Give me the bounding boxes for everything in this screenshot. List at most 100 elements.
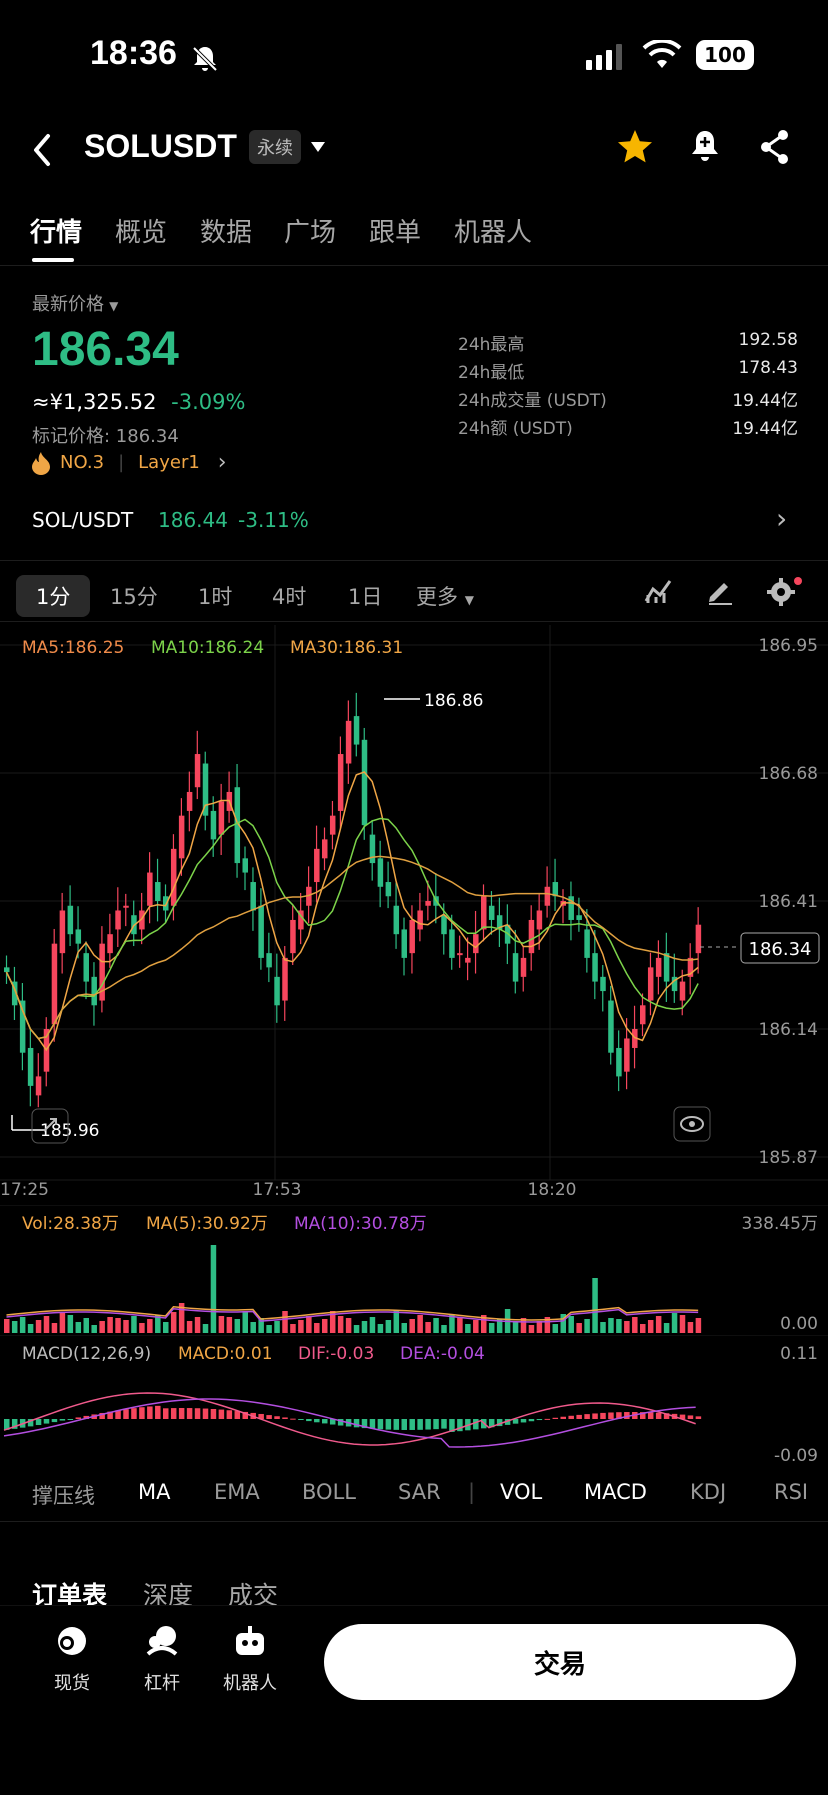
candle-body [385, 882, 392, 897]
sector-label: Layer1 [138, 452, 200, 473]
volume-chart[interactable]: Vol:28.38万 MA(5):30.92万 MA(10):30.78万 33… [0, 1205, 828, 1335]
symbol-title[interactable]: SOLUSDT [84, 128, 237, 165]
stat-turnover: 24h额 (USDT) 19.44亿 [458, 419, 798, 439]
macd-bar [147, 1406, 153, 1419]
volume-bar [393, 1310, 400, 1333]
candle-body [27, 1047, 34, 1086]
battery-icon: 100 [696, 40, 754, 70]
candle-body [695, 924, 702, 954]
stat-high: 24h最高 192.58 [458, 330, 798, 355]
volume-bar [242, 1311, 248, 1333]
interval-bar: 1分 15分 1时 4时 1日 更多 ▼ [0, 560, 828, 622]
price-tick: 186.95 [759, 636, 818, 656]
settings-gear-icon[interactable] [766, 575, 804, 607]
candle-body [624, 1038, 630, 1072]
tab-overview[interactable]: 概览 [115, 212, 167, 249]
spot-pair-row[interactable]: SOL/USDT 186.44 -3.11% › [0, 498, 828, 544]
nav-spot[interactable]: 现货 [32, 1624, 112, 1695]
volume-bar [608, 1318, 614, 1333]
volume-bar [290, 1324, 296, 1333]
indicator-ema[interactable]: EMA [214, 1480, 260, 1504]
volume-bar [512, 1322, 519, 1333]
interval-15m[interactable]: 15分 [110, 575, 158, 617]
rank-row[interactable]: NO.3 | Layer1 › [30, 450, 227, 475]
macd-bar [520, 1419, 527, 1423]
volume-bar [417, 1315, 423, 1333]
indicator-bar: 撑压线 MA EMA BOLL SAR | VOL MACD KDJ RSI [0, 1470, 828, 1522]
tab-copy-trading[interactable]: 跟单 [369, 212, 421, 249]
robot-icon [236, 1626, 264, 1655]
interval-more[interactable]: 更多 ▼ [416, 575, 474, 617]
indicator-macd[interactable]: MACD [584, 1480, 647, 1504]
interval-1h[interactable]: 1时 [198, 575, 232, 617]
contract-type-badge[interactable]: 永续 [249, 130, 301, 164]
candlestick-chart[interactable]: MA5:186.25 MA10:186.24 MA30:186.31 186.9… [0, 625, 828, 1205]
tab-bots[interactable]: 机器人 [454, 212, 532, 249]
volume-bar [51, 1323, 58, 1333]
volume-bar [600, 1322, 606, 1333]
macd-bar [608, 1412, 614, 1419]
macd-bar [369, 1419, 376, 1429]
volume-bar [624, 1321, 630, 1333]
volume-bar [353, 1325, 360, 1333]
price-label[interactable]: 最新价格 ▼ [32, 290, 118, 316]
candle-body [441, 915, 447, 935]
back-arrow-icon[interactable] [28, 130, 58, 170]
indicator-boll[interactable]: BOLL [302, 1480, 356, 1504]
volume-bar [687, 1322, 694, 1333]
nav-robot[interactable]: 机器人 [210, 1624, 290, 1695]
share-icon[interactable] [758, 128, 792, 166]
interval-1d[interactable]: 1日 [348, 575, 382, 617]
spot-pair-name: SOL/USDT [32, 508, 134, 532]
volume-bar [170, 1312, 177, 1333]
star-icon[interactable] [616, 128, 654, 166]
volume-bar [99, 1321, 105, 1333]
indicator-chart-icon[interactable] [644, 577, 672, 605]
volume-bar [234, 1319, 241, 1333]
draw-pen-icon[interactable] [706, 577, 734, 605]
macd-bar [218, 1409, 225, 1419]
alert-bell-icon[interactable] [688, 128, 722, 166]
macd-bar [409, 1419, 415, 1430]
macd-bar [67, 1419, 74, 1420]
macd-chart[interactable]: MACD(12,26,9) MACD:0.01 DIF:-0.03 DEA:-0… [0, 1335, 828, 1465]
candle-body [218, 801, 225, 835]
macd-bar [473, 1419, 479, 1430]
symbol-dropdown-icon[interactable] [310, 140, 326, 154]
tab-market[interactable]: 行情 [30, 212, 82, 249]
indicator-support[interactable]: 撑压线 [32, 1480, 95, 1510]
macd-bar [155, 1405, 161, 1419]
candle-body [481, 896, 487, 930]
caret-down-icon: ▼ [109, 299, 119, 313]
macd-bar [131, 1408, 137, 1419]
candle-body [353, 716, 360, 745]
indicator-sar[interactable]: SAR [398, 1480, 441, 1504]
price-change: -3.09% [171, 390, 246, 414]
volume-bar [194, 1317, 201, 1333]
indicator-kdj[interactable]: KDJ [690, 1480, 726, 1504]
tab-square[interactable]: 广场 [284, 212, 336, 249]
candle-body [536, 910, 543, 930]
nav-margin[interactable]: 杠杆 [122, 1624, 202, 1695]
header: SOLUSDT 永续 [0, 110, 828, 190]
spot-pair-price: 186.44 [158, 508, 228, 532]
interval-4h[interactable]: 4时 [272, 575, 306, 617]
indicator-vol[interactable]: VOL [500, 1480, 542, 1504]
trade-button[interactable]: 交易 [324, 1624, 796, 1700]
indicator-ma[interactable]: MA [138, 1480, 170, 1504]
macd-bar [695, 1416, 702, 1419]
macd-dea: DEA:-0.04 [400, 1344, 485, 1364]
volume-bar [322, 1319, 328, 1333]
macd-value: MACD:0.01 [178, 1344, 273, 1364]
volume-bar [473, 1320, 479, 1333]
mark-price: 标记价格: 186.34 [32, 426, 179, 447]
volume-bar [210, 1245, 217, 1333]
macd-bar [655, 1412, 662, 1419]
candle-body [59, 910, 66, 954]
interval-1m[interactable]: 1分 [16, 575, 91, 617]
candle-body [147, 872, 153, 906]
tab-data[interactable]: 数据 [200, 212, 252, 249]
macd-bar [647, 1412, 654, 1419]
indicator-rsi[interactable]: RSI [774, 1480, 808, 1504]
volume-bar [218, 1316, 225, 1333]
